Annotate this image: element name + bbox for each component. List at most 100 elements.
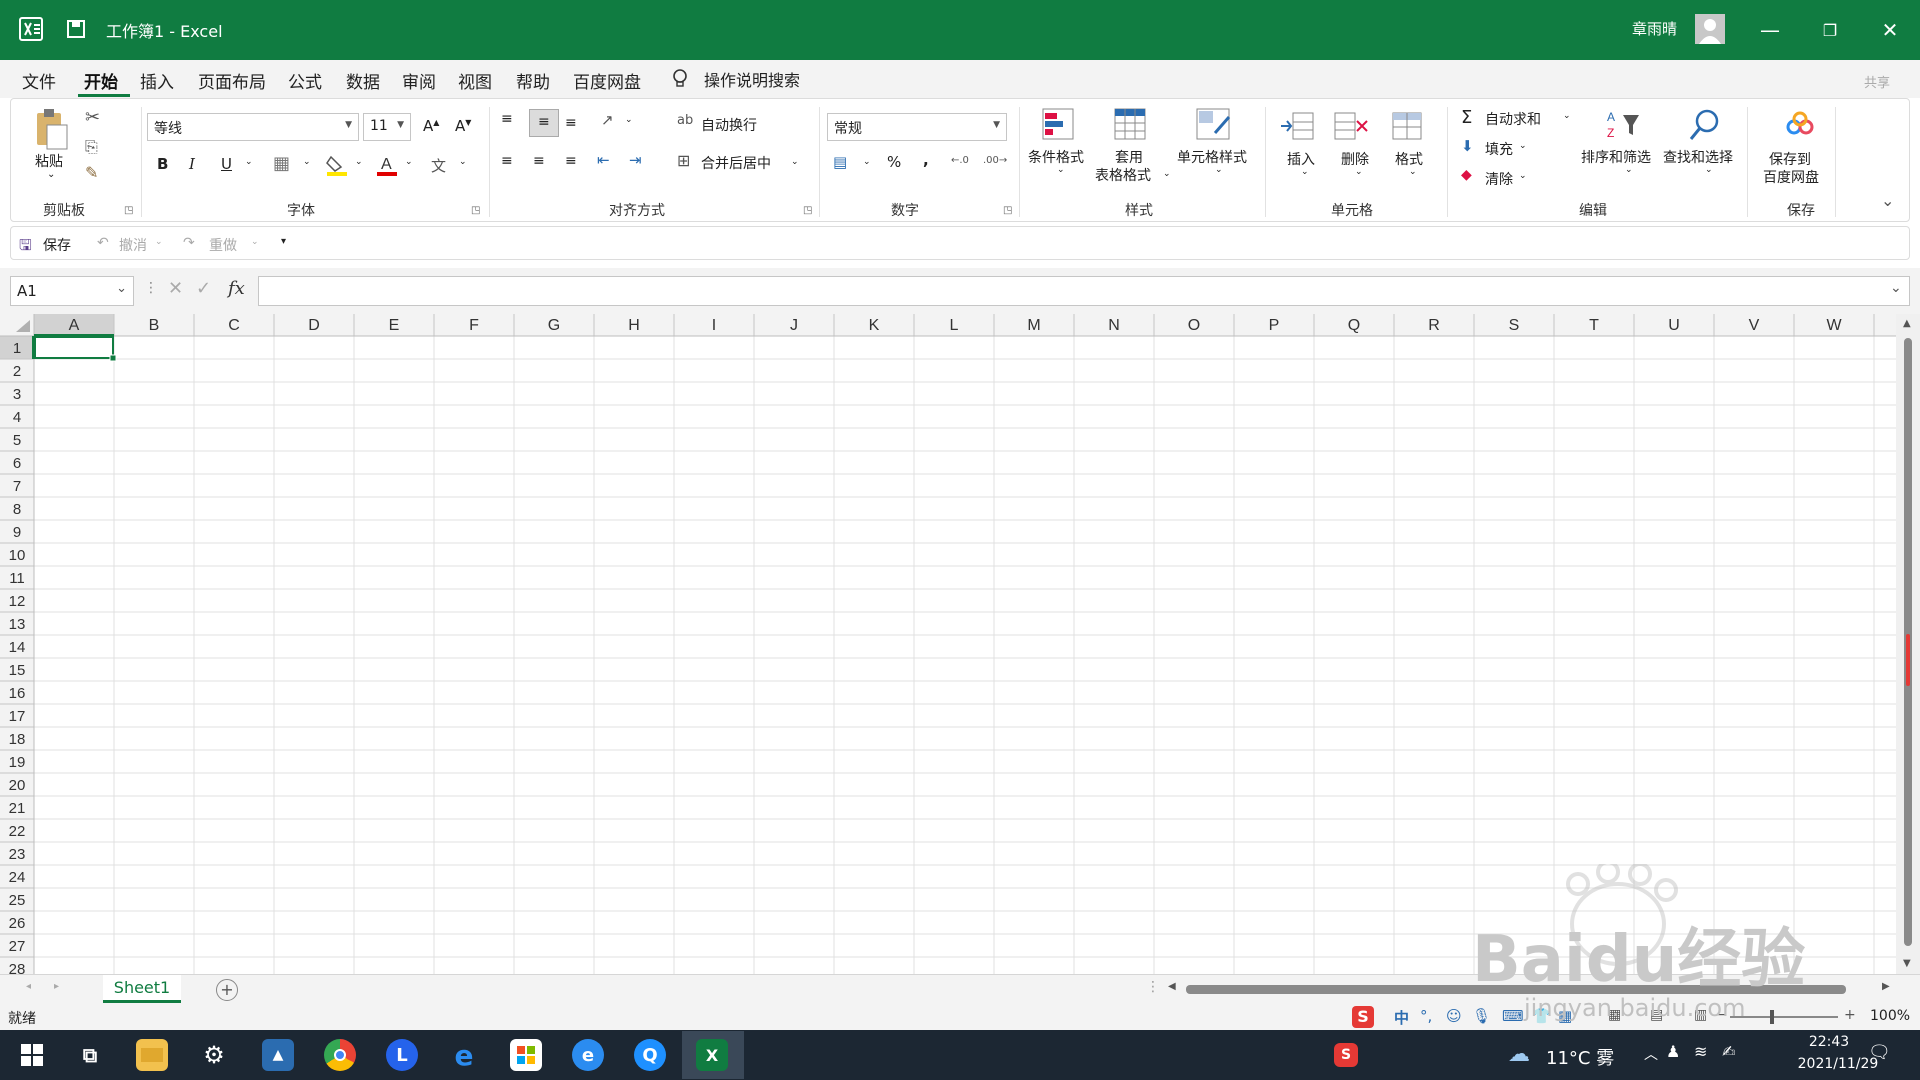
row-header[interactable]: 14 (9, 639, 26, 656)
paste-button[interactable]: 粘贴 (35, 151, 63, 171)
font-launcher-icon[interactable]: ◳ (471, 205, 480, 216)
tab-data[interactable]: 数据 (346, 68, 380, 93)
orientation-dropdown[interactable]: ⌄ (625, 115, 633, 125)
wrap-text-button[interactable]: 自动换行 (701, 115, 757, 135)
ime-chinese-icon[interactable]: 中 (1394, 1007, 1409, 1028)
delete-cells-icon[interactable] (1333, 109, 1369, 147)
weather-cloud-icon[interactable]: ☁ (1508, 1042, 1530, 1067)
sheet-tab-sheet1[interactable]: Sheet1 (103, 975, 181, 1003)
minimize-button[interactable]: — (1740, 0, 1800, 60)
align-top-icon[interactable]: ≡ (501, 111, 513, 127)
column-header[interactable]: U (1668, 317, 1680, 334)
column-header[interactable]: C (228, 317, 240, 334)
avatar[interactable] (1695, 14, 1725, 44)
number-format-dropdown[interactable]: 常规 ▼ (827, 113, 1007, 141)
scroll-right-icon[interactable]: ▶ (1882, 981, 1890, 992)
column-header[interactable]: E (389, 317, 400, 334)
underline-button[interactable]: U (221, 155, 232, 173)
conditional-formatting-dropdown[interactable]: ⌄ (1057, 165, 1065, 175)
copy-icon[interactable]: ⎘ (85, 137, 98, 157)
cut-icon[interactable]: ✂ (85, 107, 100, 128)
row-header[interactable]: 16 (9, 685, 26, 702)
row-header[interactable]: 9 (13, 524, 21, 541)
share-button[interactable]: 共享 (1864, 72, 1890, 91)
row-header[interactable]: 18 (9, 731, 26, 748)
next-sheet-icon[interactable]: ▸ (54, 981, 59, 992)
insert-function-button[interactable]: fx (228, 278, 245, 299)
delete-cells-dropdown[interactable]: ⌄ (1355, 167, 1363, 177)
notification-icon[interactable]: 🗨 (1868, 1042, 1891, 1063)
font-color-icon[interactable]: A (375, 153, 399, 181)
column-header[interactable]: T (1589, 317, 1599, 334)
column-header[interactable]: B (149, 317, 160, 334)
tab-insert[interactable]: 插入 (140, 68, 174, 93)
align-center-icon[interactable]: ≡ (533, 153, 545, 169)
paste-dropdown[interactable]: ⌄ (47, 169, 55, 180)
formula-input[interactable] (258, 276, 1910, 306)
column-header[interactable]: H (628, 317, 640, 334)
fill-color-icon[interactable] (325, 153, 349, 181)
decrease-decimal-icon[interactable]: .00→ (983, 155, 1007, 166)
find-select-dropdown[interactable]: ⌄ (1705, 165, 1713, 175)
align-right-icon[interactable]: ≡ (565, 153, 577, 169)
row-header[interactable]: 24 (9, 869, 26, 886)
undo-button[interactable]: 撤消 (119, 235, 147, 255)
qat-save-icon[interactable]: 🖫 (19, 235, 32, 260)
column-header[interactable]: I (712, 317, 716, 334)
underline-dropdown[interactable]: ⌄ (245, 157, 253, 167)
undo-icon[interactable]: ↶ (97, 235, 109, 251)
row-header[interactable]: 28 (9, 961, 26, 974)
row-header[interactable]: 4 (13, 409, 21, 426)
format-cells-icon[interactable] (1389, 109, 1425, 147)
format-as-table-label-2[interactable]: 表格格式 (1095, 165, 1151, 185)
comma-button[interactable]: , (923, 151, 929, 169)
user-name[interactable]: 章雨晴 (1632, 18, 1677, 39)
ime-voice-icon[interactable]: 🎙 (1472, 1007, 1491, 1025)
sort-filter-button[interactable]: 排序和筛选 (1581, 147, 1651, 167)
collapse-ribbon-icon[interactable]: ⌄ (1881, 191, 1894, 210)
save-icon[interactable] (66, 19, 86, 43)
conditional-formatting-icon[interactable] (1041, 107, 1077, 147)
ime-emoji-icon[interactable]: ☺ (1446, 1007, 1462, 1025)
row-header[interactable]: 17 (9, 708, 26, 725)
column-header[interactable]: A (69, 317, 80, 334)
ime-keyboard-icon[interactable]: ⌨ (1502, 1007, 1524, 1025)
save-to-baidu-label-1[interactable]: 保存到 (1769, 149, 1811, 169)
column-header[interactable]: N (1108, 317, 1120, 334)
redo-button[interactable]: 重做 (209, 235, 237, 255)
align-bottom-icon[interactable]: ≡ (565, 115, 577, 131)
undo-dropdown[interactable]: ⌄ (155, 237, 163, 247)
column-header[interactable]: K (869, 317, 880, 334)
column-header[interactable]: G (548, 317, 560, 334)
row-header[interactable]: 22 (9, 823, 26, 840)
row-header[interactable]: 25 (9, 892, 26, 909)
store-icon[interactable] (510, 1039, 542, 1071)
cell-styles-button[interactable]: 单元格样式 (1177, 147, 1247, 167)
clear-button[interactable]: 清除 (1485, 169, 1513, 189)
increase-indent-icon[interactable]: ⇥ (629, 151, 642, 169)
accounting-icon[interactable]: ▤ (833, 153, 847, 171)
tab-formulas[interactable]: 公式 (288, 68, 322, 93)
redo-icon[interactable]: ↷ (183, 235, 195, 251)
zoom-slider-thumb[interactable] (1770, 1010, 1774, 1024)
paste-icon[interactable] (33, 107, 69, 155)
find-select-icon[interactable] (1687, 107, 1723, 147)
customize-qat-icon[interactable]: ▾ (281, 236, 286, 247)
accounting-dropdown[interactable]: ⌄ (863, 157, 871, 167)
sort-filter-icon[interactable]: AZ (1605, 107, 1645, 147)
row-header[interactable]: 26 (9, 915, 26, 932)
weather-text[interactable]: 11°C 雾 (1546, 1044, 1614, 1070)
row-header[interactable]: 10 (9, 547, 26, 564)
row-header[interactable]: 11 (9, 570, 25, 587)
close-button[interactable]: ✕ (1860, 0, 1920, 60)
tray-sogou-icon[interactable]: S (1334, 1043, 1358, 1067)
alignment-launcher-icon[interactable]: ◳ (803, 205, 812, 216)
italic-button[interactable]: I (189, 155, 195, 173)
edge-icon[interactable]: e (572, 1039, 604, 1071)
pen-icon[interactable]: ✍ (1722, 1042, 1735, 1061)
scroll-down-icon[interactable]: ▼ (1903, 958, 1911, 969)
row-header[interactable]: 1 (13, 340, 21, 357)
enter-icon[interactable]: ✓ (196, 278, 211, 299)
delete-cells-button[interactable]: 删除 (1341, 149, 1369, 169)
column-header[interactable]: V (1749, 317, 1760, 334)
